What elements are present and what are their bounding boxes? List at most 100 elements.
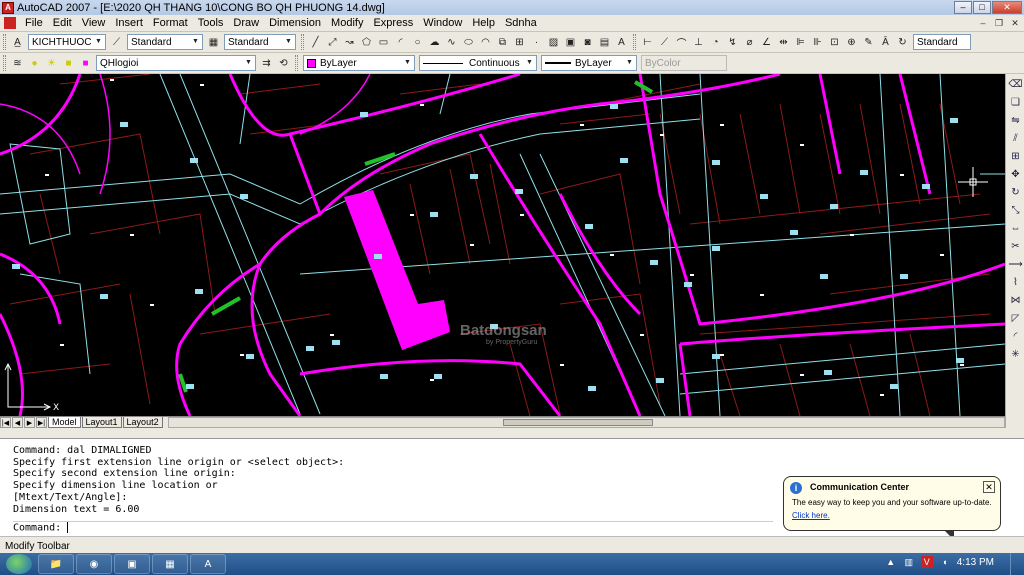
layer-previous-icon[interactable]: ⟲ bbox=[276, 56, 291, 71]
communication-center-balloon[interactable]: i Communication Center ✕ The easy way to… bbox=[783, 476, 1001, 540]
make-block-icon[interactable]: ⊞ bbox=[512, 35, 527, 50]
text-style-select[interactable]: KICHTHUOC ▼ bbox=[28, 34, 106, 50]
autocad-app-icon[interactable]: A bbox=[2, 1, 14, 14]
lineweight-select[interactable]: ByLayer ▼ bbox=[541, 55, 637, 71]
dim-text-edit-icon[interactable]: Ā bbox=[878, 35, 893, 50]
tolerance-icon[interactable]: ⊡ bbox=[827, 35, 842, 50]
offset-icon[interactable]: ⫽ bbox=[1008, 131, 1023, 146]
menu-draw[interactable]: Draw bbox=[228, 17, 264, 29]
dim-radius-icon[interactable]: ◔ bbox=[708, 35, 723, 50]
point-icon[interactable]: · bbox=[529, 35, 544, 50]
dim-update-icon[interactable]: ↻ bbox=[895, 35, 910, 50]
dim-linear-icon[interactable]: ⊢ bbox=[640, 35, 655, 50]
balloon-link[interactable]: Click here. bbox=[792, 511, 992, 520]
scale-icon[interactable]: ⤡ bbox=[1008, 203, 1023, 218]
trim-icon[interactable]: ✂ bbox=[1008, 239, 1023, 254]
ellipse-arc-icon[interactable]: ◠ bbox=[478, 35, 493, 50]
volume-icon[interactable]: ◖ bbox=[939, 556, 951, 568]
toolbar-grip[interactable] bbox=[3, 55, 6, 71]
horizontal-scrollbar[interactable] bbox=[167, 417, 1005, 428]
hatch-icon[interactable]: ▨ bbox=[546, 35, 561, 50]
mtext-icon[interactable]: A bbox=[614, 35, 629, 50]
cad-drawing[interactable]: X bbox=[0, 74, 1005, 416]
doc-minimize-button[interactable]: – bbox=[976, 17, 990, 29]
polygon-icon[interactable]: ⬠ bbox=[359, 35, 374, 50]
menu-express[interactable]: Express bbox=[368, 17, 418, 29]
table-style-icon[interactable]: ▦ bbox=[206, 35, 221, 50]
layer-select[interactable]: QHlogioi ▼ bbox=[96, 55, 256, 71]
dim-baseline-icon[interactable]: ⊫ bbox=[793, 35, 808, 50]
color-select[interactable]: ByLayer ▼ bbox=[303, 55, 415, 71]
move-icon[interactable]: ✥ bbox=[1008, 167, 1023, 182]
balloon-close-icon[interactable]: ✕ bbox=[983, 481, 995, 493]
construction-line-icon[interactable]: ⤢ bbox=[325, 35, 340, 50]
arc-icon[interactable]: ◜ bbox=[393, 35, 408, 50]
dim-arc-icon[interactable]: ⌒ bbox=[674, 35, 689, 50]
dim-diameter-icon[interactable]: ⌀ bbox=[742, 35, 757, 50]
doc-close-button[interactable]: ✕ bbox=[1008, 17, 1022, 29]
polyline-icon[interactable]: ↝ bbox=[342, 35, 357, 50]
menu-modify[interactable]: Modify bbox=[326, 17, 368, 29]
spline-icon[interactable]: ∿ bbox=[444, 35, 459, 50]
clock[interactable]: 4:13 PM bbox=[957, 557, 994, 568]
minimize-button[interactable]: – bbox=[954, 1, 972, 14]
chamfer-icon[interactable]: ◸ bbox=[1008, 311, 1023, 326]
menu-file[interactable]: File bbox=[20, 17, 48, 29]
start-button[interactable] bbox=[6, 554, 32, 574]
taskbar-app-icon[interactable]: ▦ bbox=[152, 554, 188, 574]
taskbar-chrome-icon[interactable]: ◉ bbox=[76, 554, 112, 574]
quick-dim-icon[interactable]: ⇹ bbox=[776, 35, 791, 50]
menu-window[interactable]: Window bbox=[418, 17, 467, 29]
menu-help[interactable]: Help bbox=[467, 17, 500, 29]
insert-block-icon[interactable]: ⧉ bbox=[495, 35, 510, 50]
menu-tools[interactable]: Tools bbox=[193, 17, 229, 29]
rotate-icon[interactable]: ↻ bbox=[1008, 185, 1023, 200]
explode-icon[interactable]: ✳ bbox=[1008, 347, 1023, 362]
break-icon[interactable]: ⌇ bbox=[1008, 275, 1023, 290]
first-tab-arrow-icon[interactable]: |◀ bbox=[0, 417, 11, 428]
layer-color-swatch-icon[interactable]: ■ bbox=[78, 56, 93, 71]
menu-format[interactable]: Format bbox=[148, 17, 193, 29]
menu-insert[interactable]: Insert bbox=[110, 17, 148, 29]
dim-aligned-icon[interactable]: ⟋ bbox=[657, 35, 672, 50]
taskbar-explorer-icon[interactable]: 📁 bbox=[38, 554, 74, 574]
toolbar-grip[interactable] bbox=[301, 34, 304, 50]
dim-edit-icon[interactable]: ✎ bbox=[861, 35, 876, 50]
next-tab-arrow-icon[interactable]: ▶ bbox=[24, 417, 35, 428]
region-icon[interactable]: ◙ bbox=[580, 35, 595, 50]
toolbar-grip[interactable] bbox=[295, 55, 298, 71]
menu-edit[interactable]: Edit bbox=[48, 17, 77, 29]
table-style-select[interactable]: Standard ▼ bbox=[224, 34, 296, 50]
show-desktop-button[interactable] bbox=[1010, 553, 1024, 575]
rectangle-icon[interactable]: ▭ bbox=[376, 35, 391, 50]
extend-icon[interactable]: ⟶ bbox=[1008, 257, 1023, 272]
gradient-icon[interactable]: ▣ bbox=[563, 35, 578, 50]
scroll-thumb[interactable] bbox=[502, 419, 654, 426]
last-tab-arrow-icon[interactable]: ▶| bbox=[36, 417, 47, 428]
ellipse-icon[interactable]: ⬭ bbox=[461, 35, 476, 50]
layer-manager-icon[interactable]: ≋ bbox=[10, 56, 25, 71]
command-input[interactable]: Command: bbox=[13, 521, 773, 534]
network-icon[interactable]: ▥ bbox=[903, 556, 915, 568]
menu-sdnha[interactable]: Sdnha bbox=[500, 17, 542, 29]
lightbulb-icon[interactable]: ● bbox=[27, 56, 42, 71]
command-window-splitter[interactable] bbox=[0, 428, 1024, 438]
dim-jogged-icon[interactable]: ↯ bbox=[725, 35, 740, 50]
close-button[interactable]: ✕ bbox=[992, 1, 1022, 14]
table-icon[interactable]: ▤ bbox=[597, 35, 612, 50]
join-icon[interactable]: ⋈ bbox=[1008, 293, 1023, 308]
tab-layout2[interactable]: Layout2 bbox=[122, 417, 163, 428]
toolbar-grip[interactable] bbox=[633, 34, 636, 50]
tray-arrow-icon[interactable]: ▲ bbox=[885, 556, 897, 568]
circle-icon[interactable]: ○ bbox=[410, 35, 425, 50]
revcloud-icon[interactable]: ☁ bbox=[427, 35, 442, 50]
dim-continue-icon[interactable]: ⊪ bbox=[810, 35, 825, 50]
stretch-icon[interactable]: ⇔ bbox=[1008, 221, 1023, 236]
lock-icon[interactable]: ■ bbox=[61, 56, 76, 71]
center-mark-icon[interactable]: ⊕ bbox=[844, 35, 859, 50]
make-current-layer-icon[interactable]: ⇉ bbox=[259, 56, 274, 71]
dim-angular-icon[interactable]: ∠ bbox=[759, 35, 774, 50]
menu-view[interactable]: View bbox=[77, 17, 111, 29]
tab-layout1[interactable]: Layout1 bbox=[81, 417, 122, 428]
dim-ordinate-icon[interactable]: ⊥ bbox=[691, 35, 706, 50]
